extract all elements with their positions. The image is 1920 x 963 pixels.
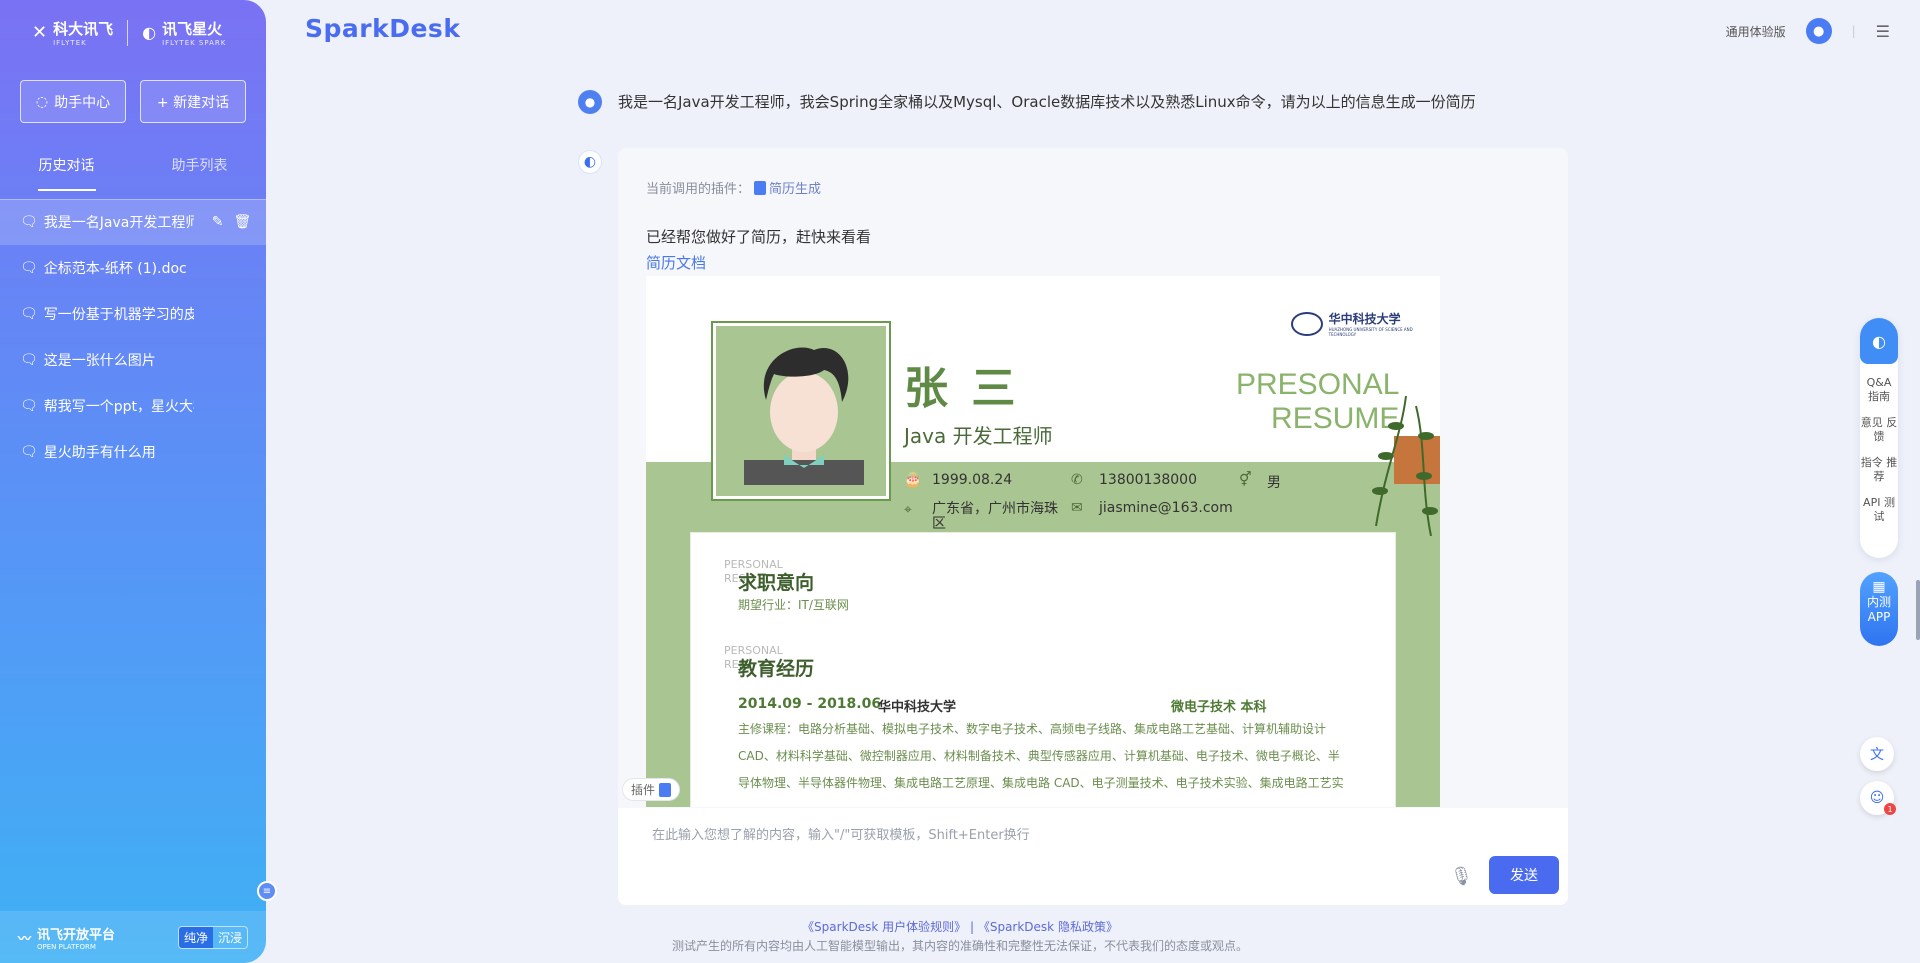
- history-item[interactable]: 🗨 我是一名Java开发工程师 ✎ 🗑: [0, 199, 266, 245]
- tab-assistant-list[interactable]: 助手列表: [133, 155, 266, 191]
- job-intent-text: 期望行业：IT/互联网: [738, 598, 849, 612]
- spark-bot-avatar-icon: ◐: [578, 150, 602, 174]
- resume-role: Java 开发工程师: [904, 424, 1053, 448]
- spark-flame-icon: ◐: [142, 23, 157, 42]
- plant-decoration-icon: [1372, 396, 1440, 536]
- resume-preview[interactable]: 华中科技大学 HUAZHONG UNIVERSITY OF SCIENCE AND…: [646, 276, 1440, 807]
- spark-logo: ◐ 讯飞星火 IFLYTEK SPARK: [142, 20, 227, 47]
- footer-links[interactable]: 《SparkDesk 用户体验规则》 | 《SparkDesk 隐私政策》: [0, 918, 1920, 935]
- answer-card: 当前调用的插件： 简历生成 已经帮您做好了简历，赶快来看看 简历文档 华中科技大…: [618, 148, 1568, 905]
- plugin-tag: 简历生成: [754, 178, 821, 197]
- history-item[interactable]: 🗨 星火助手有什么用: [0, 429, 266, 475]
- translate-icon[interactable]: 文: [1860, 737, 1894, 771]
- chat-bubble-icon: 🗨: [20, 352, 38, 368]
- resume-email: ✉ jiasmine@163.com: [1071, 500, 1233, 516]
- location-pin-icon: ⌖: [904, 502, 912, 518]
- new-chat-button[interactable]: + 新建对话: [140, 80, 246, 123]
- tab-history[interactable]: 历史对话: [0, 155, 133, 191]
- cake-icon: 🎂: [904, 472, 922, 488]
- phone-icon: ✆: [1071, 472, 1083, 488]
- history-item[interactable]: 🗨 这是一张什么图片: [0, 337, 266, 383]
- chat-bubble-icon: 🗨: [20, 260, 38, 276]
- resume-right-border: [1396, 532, 1440, 807]
- qa-guide-button[interactable]: Q&A 指南: [1860, 376, 1898, 404]
- history-item[interactable]: 🗨 企标范本-纸杯 (1).doc: [0, 245, 266, 291]
- brand-divider: [127, 19, 129, 46]
- chat-bubble-icon: 🗨: [20, 306, 38, 322]
- trash-icon[interactable]: 🗑: [234, 214, 252, 230]
- history-item[interactable]: 🗨写一份基于机器学习的皮肤癌检测: [0, 291, 266, 337]
- user-avatar-icon[interactable]: ●: [1805, 18, 1832, 44]
- plugin-status: 当前调用的插件： 简历生成: [646, 178, 821, 197]
- section-job-intent: 求职意向: [738, 572, 815, 594]
- history-item[interactable]: 🗨帮我写一个ppt，星火大模型V: [0, 383, 266, 429]
- plugin-chip[interactable]: 插件: [622, 778, 681, 801]
- answer-text: 已经帮您做好了简历，赶快来看看: [646, 228, 872, 246]
- resume-birth: 🎂 1999.08.24: [904, 472, 1013, 488]
- document-icon: [754, 180, 767, 195]
- user-avatar-icon: ●: [578, 90, 602, 114]
- chat-input-placeholder[interactable]: 在此输入您想了解的内容，输入"/"可获取模板，Shift+Enter换行: [652, 824, 1030, 843]
- resume-doc-link[interactable]: 简历文档: [646, 252, 706, 273]
- document-icon: [659, 782, 672, 797]
- notification-badge: 1: [1884, 803, 1896, 815]
- right-tool-rail: ◐ Q&A 指南 意见 反馈 指令 推荐 API 测试: [1860, 318, 1898, 558]
- microphone-icon[interactable]: 🎙: [1450, 866, 1473, 887]
- send-button[interactable]: 发送: [1489, 856, 1559, 894]
- api-test-button[interactable]: API 测试: [1860, 496, 1898, 524]
- resume-left-border: [646, 532, 690, 807]
- edu-major: 微电子技术 本科: [1171, 700, 1267, 715]
- resume-phone: ✆ 13800138000: [1071, 472, 1197, 488]
- resume-address: ⌖ 广东省，广州市海珠区: [904, 501, 1058, 532]
- qr-code-icon: ▦: [1872, 579, 1886, 595]
- chat-input-box[interactable]: 在此输入您想了解的内容，输入"/"可获取模板，Shift+Enter换行 🎙 发…: [618, 808, 1568, 905]
- brand-logos: ✕ 科大讯飞 IFLYTEK ◐ 讯飞星火 IFLYTEK SPARK: [32, 18, 226, 47]
- mail-icon: ✉: [1071, 500, 1083, 516]
- resume-photo: [711, 321, 891, 501]
- active-tab-underline: [37, 189, 96, 191]
- assistant-center-button[interactable]: ◌ 助手中心: [20, 80, 126, 123]
- user-question: 我是一名Java开发工程师，我会Spring全家桶以及Mysql、Oracle数…: [618, 93, 1476, 111]
- edu-school: 华中科技大学: [878, 700, 957, 715]
- divider: |: [1851, 24, 1856, 38]
- edu-period: 2014.09 - 2018.06: [738, 696, 882, 712]
- feedback-button[interactable]: 意见 反馈: [1860, 416, 1898, 444]
- command-recommend-button[interactable]: 指令 推荐: [1860, 456, 1898, 484]
- scroll-edge-handle[interactable]: [1916, 580, 1920, 640]
- header-actions: 通用体验版 ● | ☰: [1726, 18, 1890, 44]
- beta-app-button[interactable]: ▦ 内测 APP: [1860, 572, 1898, 646]
- footer-disclaimer: 测试产生的所有内容均由人工智能模型输出，其内容的准确性和完整性无法保证，不代表我…: [671, 939, 1248, 953]
- portrait-avatar-icon: [744, 347, 864, 485]
- chat-bubble-icon: 🗨: [20, 214, 38, 230]
- chat-bubble-icon: 🗨: [20, 444, 38, 460]
- spark-logo-icon[interactable]: ◐: [1860, 318, 1898, 364]
- version-label[interactable]: 通用体验版: [1726, 23, 1786, 40]
- section-education: 教育经历: [738, 658, 815, 680]
- spark-icon: ◌: [35, 93, 49, 110]
- gender-icon: ⚥: [1239, 472, 1252, 488]
- sidebar-tabs: 历史对话 助手列表: [0, 155, 266, 191]
- chat-bubble-icon: 🗨: [20, 398, 38, 414]
- sidebar: ✕ 科大讯飞 IFLYTEK ◐ 讯飞星火 IFLYTEK SPARK ◌ 助手中心…: [0, 0, 266, 963]
- iflytek-mark-icon: ✕: [32, 22, 48, 43]
- menu-icon[interactable]: ☰: [1876, 22, 1890, 41]
- edit-icon[interactable]: ✎: [212, 214, 224, 230]
- collapse-sidebar-icon[interactable]: ≡: [257, 881, 277, 901]
- university-seal-icon: [1291, 311, 1323, 336]
- iflytek-logo: ✕ 科大讯飞 IFLYTEK: [32, 20, 114, 47]
- resume-name: 张 三: [904, 363, 1020, 414]
- sparkdesk-logo: SparkDesk: [305, 14, 461, 43]
- university-logo: 华中科技大学 HUAZHONG UNIVERSITY OF SCIENCE AND…: [1291, 310, 1440, 337]
- edu-courses: 主修课程：电路分析基础、模拟电子技术、数字电子技术、高频电子线路、集成电路工艺基…: [738, 722, 1344, 790]
- resume-gender: ⚥ 男: [1239, 472, 1281, 491]
